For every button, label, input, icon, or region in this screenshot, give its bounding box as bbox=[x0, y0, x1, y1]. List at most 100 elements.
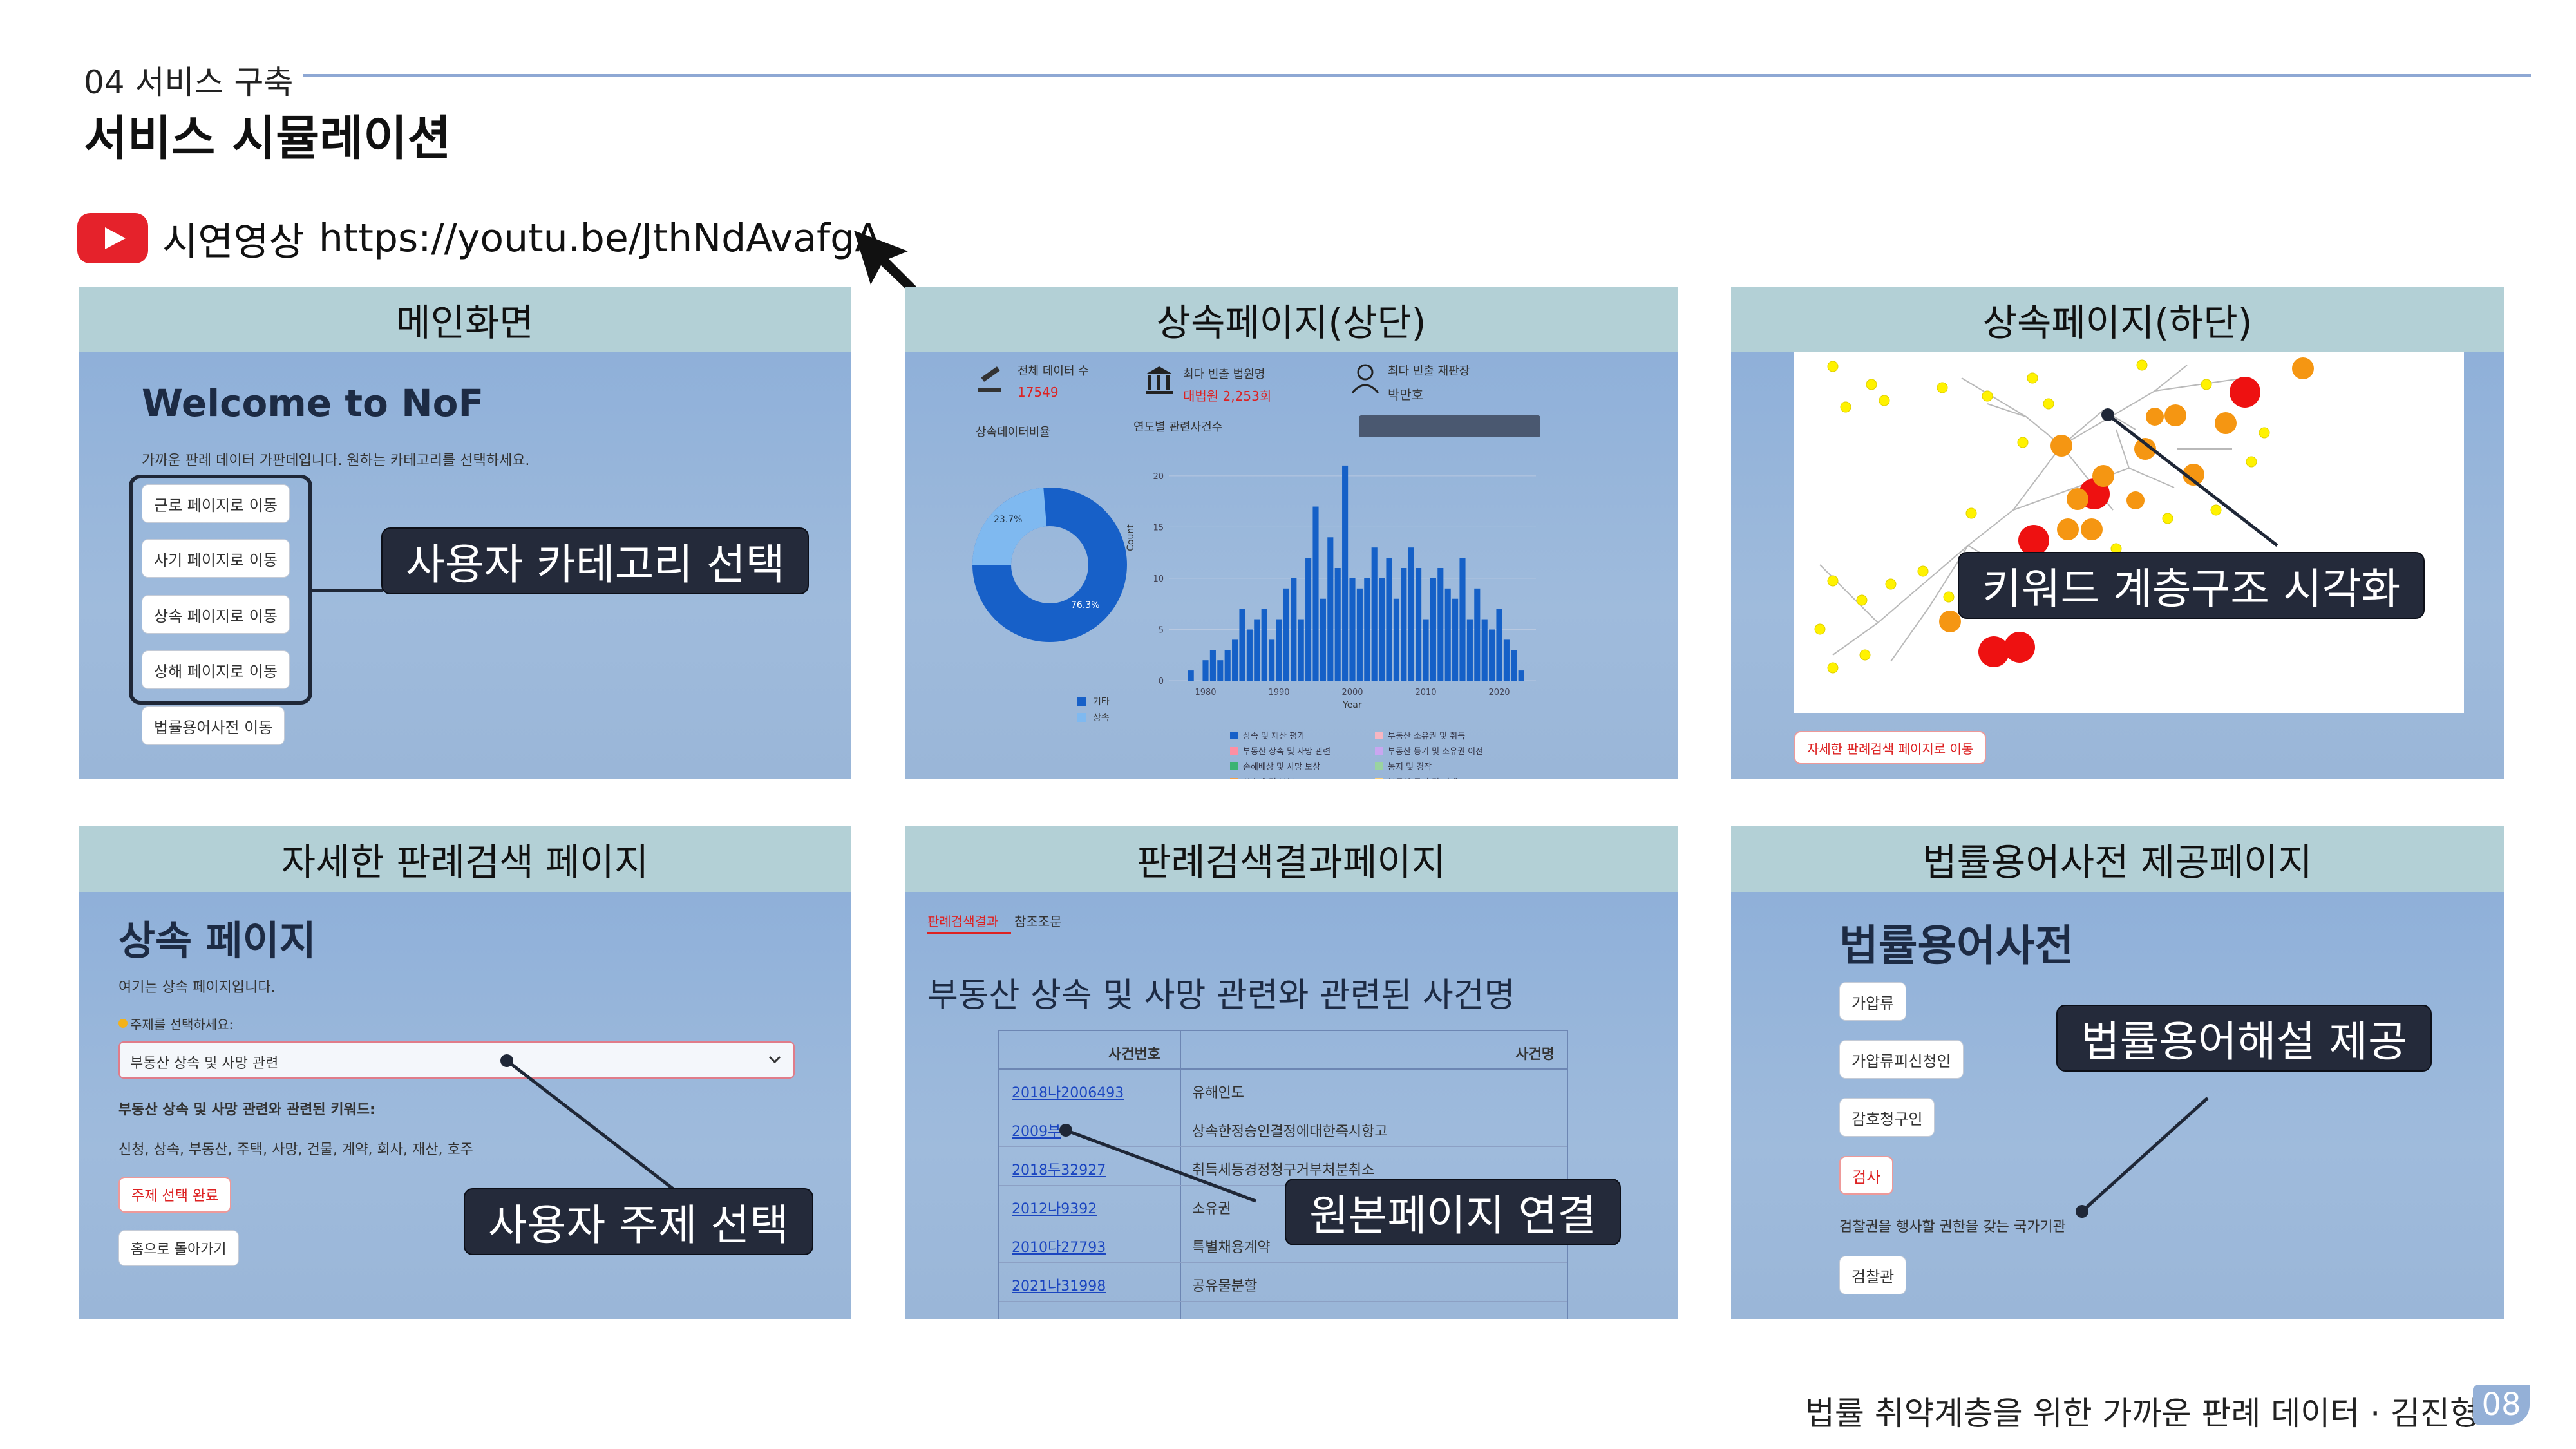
bar-1985 bbox=[1239, 609, 1245, 681]
panel-screenshot: 키워드 계층구조 시각화 자세한 판례검색 페이지로 이동 bbox=[1731, 352, 2504, 779]
legend-label: 상속 및 재산 평가 bbox=[1243, 732, 1305, 741]
bar-1999 bbox=[1342, 465, 1349, 681]
section-label: 04 서비스 구축 bbox=[84, 64, 294, 101]
bar-2021 bbox=[1503, 639, 1510, 681]
y-tick-label: 0 bbox=[1159, 677, 1164, 687]
youtube-icon[interactable] bbox=[77, 213, 148, 263]
bar-1994 bbox=[1305, 558, 1312, 681]
callout-connector bbox=[312, 589, 383, 592]
bar-2002 bbox=[1364, 578, 1370, 681]
stat-court-label: 최다 빈출 법원명 bbox=[1183, 368, 1265, 381]
demo-label: 시연영상 bbox=[162, 219, 305, 265]
legend-swatch bbox=[1230, 777, 1238, 779]
detailed-search-link-button[interactable]: 자세한 판례검색 페이지로 이동 bbox=[1794, 731, 1987, 764]
bar-1986 bbox=[1246, 629, 1253, 681]
labor-page-button[interactable]: 근로 페이지로 이동 bbox=[142, 484, 290, 523]
welcome-subtitle: 가까운 판례 데이터 가판데입니다. 원하는 카테고리를 선택하세요. bbox=[142, 453, 530, 469]
donut-title: 상속데이터비율 bbox=[976, 426, 1050, 439]
bar-2014 bbox=[1452, 598, 1459, 681]
bar-2000 bbox=[1349, 578, 1356, 681]
legend-label: 부동산 소유권 및 취득 bbox=[1388, 732, 1466, 741]
legend-swatch bbox=[1375, 777, 1383, 779]
callout-category-select: 사용자 카테고리 선택 bbox=[381, 527, 810, 594]
donut-small-label: 23.7% bbox=[994, 515, 1023, 525]
legend-item[interactable]: 손해배상 및 사망 보상 bbox=[1230, 760, 1320, 772]
x-tick-label: 2010 bbox=[1415, 688, 1436, 697]
legend-item[interactable]: 부동산 등기 및 소유권 이전 bbox=[1375, 744, 1483, 757]
bar-2018 bbox=[1481, 619, 1488, 681]
legend-item[interactable]: 부동산 소유권 및 취득 bbox=[1375, 729, 1465, 741]
bar-1983 bbox=[1224, 650, 1231, 681]
bar-2010 bbox=[1423, 619, 1429, 681]
keyword-graph-canvas bbox=[1794, 352, 2464, 713]
panel-screenshot: 전체 데이터 수 17549 최다 빈출 법원명 대법원 2,253회 최다 빈… bbox=[905, 352, 1678, 779]
legend-item[interactable]: 농지 및 경작 bbox=[1375, 760, 1432, 772]
bar-2020 bbox=[1496, 609, 1502, 681]
demo-url-link[interactable]: https://youtu.be/JthNdAvafgA bbox=[319, 216, 881, 261]
bar-2004 bbox=[1379, 578, 1385, 681]
bar-2007 bbox=[1401, 568, 1407, 681]
stat-court-value: 대법원 2,253회 bbox=[1183, 388, 1272, 404]
bar-1991 bbox=[1283, 588, 1289, 681]
panel-title: 상속페이지(상단) bbox=[905, 287, 1678, 352]
bar-1982 bbox=[1217, 660, 1224, 681]
panel-screenshot: 판례검색결과 참조조문 부동산 상속 및 사망 관련와 관련된 사건명 사건번호… bbox=[905, 892, 1678, 1319]
panel-title: 법률용어사전 제공페이지 bbox=[1731, 826, 2504, 892]
callout-topic-select: 사용자 주제 선택 bbox=[464, 1188, 813, 1255]
panel-legal-dictionary: 법률용어사전 제공페이지 법률용어사전 가압류 가압류피신청인 감호청구인 검사… bbox=[1731, 826, 2504, 1319]
legend-item[interactable]: 상속 및 재산 평가 bbox=[1230, 729, 1305, 741]
chart-toolbar[interactable] bbox=[1359, 415, 1540, 437]
legend-label: 농지 및 경작 bbox=[1388, 762, 1432, 772]
injury-page-button[interactable]: 상해 페이지로 이동 bbox=[142, 650, 290, 689]
bar-1993 bbox=[1298, 619, 1304, 681]
bar-2009 bbox=[1416, 568, 1422, 681]
bar-1989 bbox=[1269, 639, 1275, 681]
bar-2015 bbox=[1459, 558, 1466, 681]
x-tick-label: 1980 bbox=[1195, 688, 1216, 697]
bar-1988 bbox=[1261, 609, 1267, 681]
bar-2005 bbox=[1386, 558, 1392, 681]
panel-title: 판례검색결과페이지 bbox=[905, 826, 1678, 892]
bar-2016 bbox=[1466, 619, 1473, 681]
panel-search-results: 판례검색결과페이지 판례검색결과 참조조문 부동산 상속 및 사망 관련와 관련… bbox=[905, 826, 1678, 1319]
stat-judge-label: 최다 빈출 재판장 bbox=[1388, 365, 1470, 378]
bar-2008 bbox=[1408, 547, 1414, 681]
panel-title: 상속페이지(하단) bbox=[1731, 287, 2504, 352]
fraud-page-button[interactable]: 사기 페이지로 이동 bbox=[142, 539, 290, 578]
y-tick-label: 20 bbox=[1153, 472, 1164, 482]
bar-chart: 20 15 10 5 0 1980 1990 2000 2010 2020 bbox=[1153, 465, 1536, 697]
cursor-arrow-icon bbox=[854, 231, 918, 294]
bar-chart-title: 연도별 관련사건수 bbox=[1133, 421, 1223, 434]
panel-inheritance-bottom: 상속페이지(하단) 키워드 계층구조 시각화 자세한 판례검색 페이지로 이동 bbox=[1731, 287, 2504, 779]
bar-2006 bbox=[1393, 598, 1399, 681]
legend-label: 손해배상 및 사망 보상 bbox=[1243, 762, 1321, 772]
y-tick-label: 15 bbox=[1153, 523, 1164, 533]
legend-item[interactable]: 상속세 및 납부 bbox=[1230, 775, 1294, 779]
demo-video-row: 시연영상 https://youtu.be/JthNdAvafgA bbox=[77, 209, 881, 267]
legend-item[interactable]: 부동산 상속 및 사망 관련 bbox=[1230, 744, 1331, 757]
bar-1984 bbox=[1232, 639, 1238, 681]
legend-label: 부동산 등기 및 거래 bbox=[1388, 775, 1457, 779]
donut-legend-inheritance: 상속 bbox=[1093, 713, 1110, 723]
inheritance-page-button[interactable]: 상속 페이지로 이동 bbox=[142, 595, 290, 634]
y-tick-label: 10 bbox=[1153, 574, 1164, 584]
legend-swatch bbox=[1230, 746, 1238, 755]
legend-swatch bbox=[1375, 746, 1383, 755]
stat-total-label: 전체 데이터 수 bbox=[1018, 365, 1089, 378]
legend-item[interactable]: 부동산 등기 및 거래 bbox=[1375, 775, 1457, 779]
stat-total-value: 17549 bbox=[1018, 384, 1059, 400]
panel-title: 메인화면 bbox=[79, 287, 851, 352]
donut-large-label: 76.3% bbox=[1071, 600, 1100, 611]
court-icon bbox=[1146, 366, 1173, 394]
page-number-badge: 08 bbox=[2473, 1385, 2530, 1425]
bar-1996 bbox=[1320, 598, 1326, 681]
bar-1997 bbox=[1327, 537, 1334, 681]
bar-1990 bbox=[1276, 619, 1282, 681]
bar-1995 bbox=[1312, 506, 1319, 681]
footer-credit: 법률 취약계층을 위한 가까운 판례 데이터 · 김진형 bbox=[1804, 1395, 2479, 1432]
x-tick-label: 1990 bbox=[1268, 688, 1289, 697]
legal-dictionary-button[interactable]: 법률용어사전 이동 bbox=[142, 706, 285, 745]
panel-title: 자세한 판례검색 페이지 bbox=[79, 826, 851, 892]
header-rule bbox=[303, 74, 2531, 77]
y-axis-label: Count bbox=[1125, 524, 1136, 551]
